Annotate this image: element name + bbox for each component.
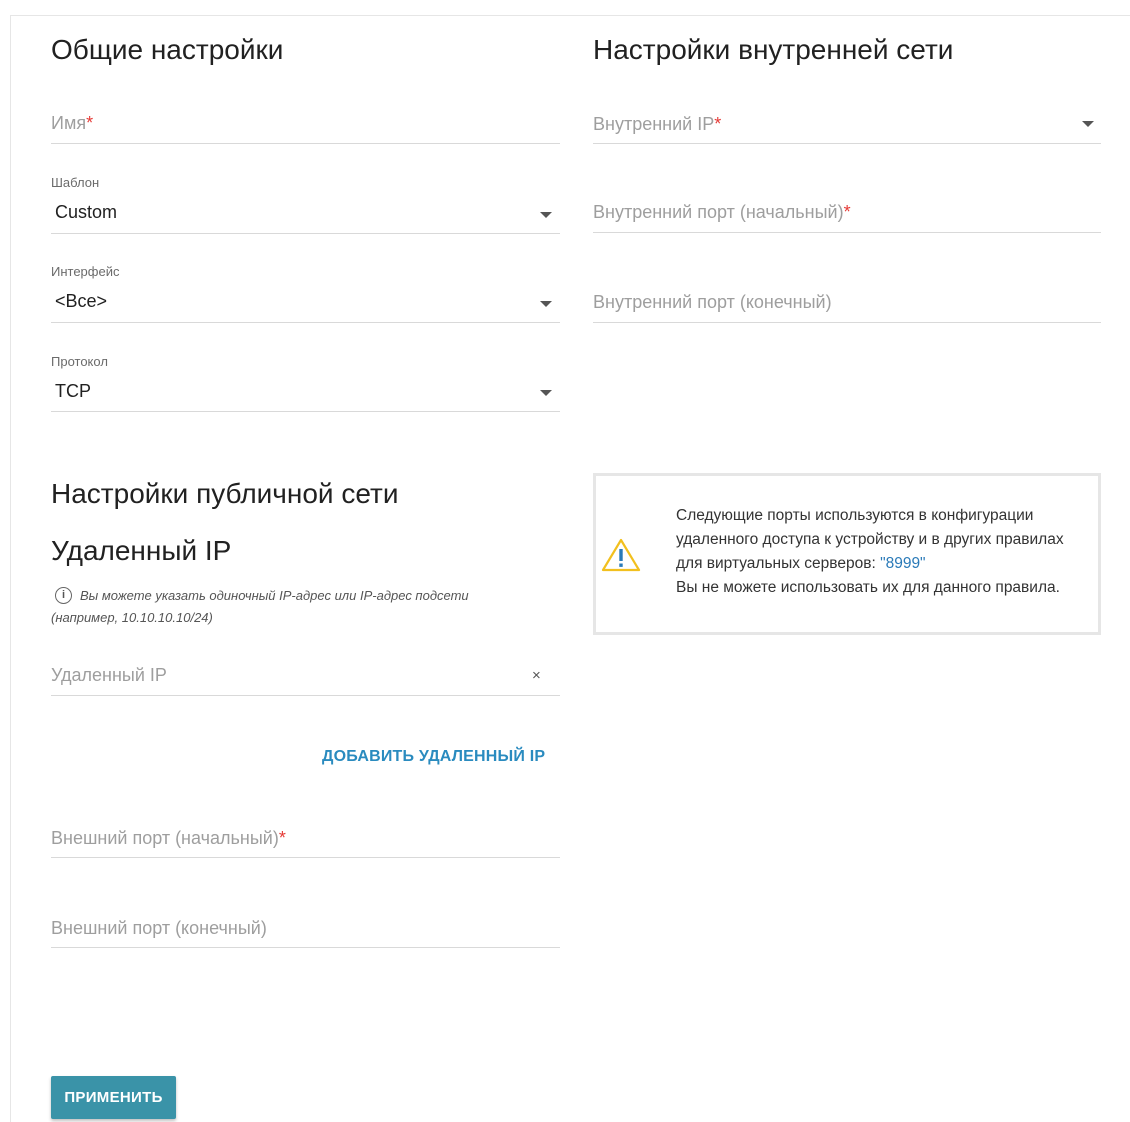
warning-panel: Следующие порты используются в конфигура… xyxy=(593,473,1101,635)
remote-ip-underline xyxy=(51,695,560,696)
add-remote-ip-button[interactable]: ДОБАВИТЬ УДАЛЕННЫЙ IP xyxy=(322,749,545,765)
warning-text-secondary: Вы не можете использовать их для данного… xyxy=(676,579,1060,596)
interface-label: Интерфейс xyxy=(51,264,120,279)
required-mark: * xyxy=(278,828,286,848)
remote-ip-placeholder: Удаленный IP xyxy=(51,665,167,685)
warning-text-main: Следующие порты используются в конфигура… xyxy=(676,507,1064,572)
internal-settings-title: Настройки внутренней сети xyxy=(593,34,954,65)
name-underline xyxy=(51,143,560,144)
clear-icon[interactable]: × xyxy=(532,668,541,683)
required-mark: * xyxy=(86,113,94,133)
internal-port-end-placeholder: Внутренний порт (конечный) xyxy=(593,292,832,312)
template-value: Custom xyxy=(55,202,118,222)
interface-chevron-down-icon xyxy=(540,301,552,307)
name-placeholder: Имя* xyxy=(51,113,94,133)
internal-port-start-underline xyxy=(593,232,1101,233)
frame-top-border xyxy=(10,15,1130,16)
internal-ip-chevron-down-icon xyxy=(1082,121,1094,127)
apply-button[interactable]: ПРИМЕНИТЬ xyxy=(51,1076,176,1119)
general-settings-title: Общие настройки xyxy=(51,34,284,65)
warning-port-value: "8999" xyxy=(880,555,926,572)
internal-port-start-placeholder: Внутренний порт (начальный)* xyxy=(593,202,851,222)
external-port-start-underline xyxy=(51,857,560,858)
protocol-value: TCP xyxy=(55,381,91,401)
interface-underline xyxy=(51,322,560,323)
warning-message: Следующие порты используются в конфигура… xyxy=(676,504,1076,600)
protocol-chevron-down-icon xyxy=(540,390,552,396)
internal-port-end-underline xyxy=(593,322,1101,323)
external-port-start-placeholder: Внешний порт (начальный)* xyxy=(51,828,286,848)
external-port-end-placeholder: Внешний порт (конечный) xyxy=(51,918,267,938)
interface-value: <Все> xyxy=(55,291,108,311)
remote-ip-hint-line2: (например, 10.10.10.10/24) xyxy=(51,610,213,625)
internal-ip-underline xyxy=(593,143,1101,144)
warning-icon xyxy=(601,538,641,577)
external-port-end-underline xyxy=(51,947,560,948)
public-settings-title: Настройки публичной сети xyxy=(51,478,399,509)
info-icon: i xyxy=(55,587,72,604)
protocol-label: Протокол xyxy=(51,354,108,369)
required-mark: * xyxy=(843,202,851,222)
template-chevron-down-icon xyxy=(540,212,552,218)
internal-ip-placeholder: Внутренний IP* xyxy=(593,114,722,134)
protocol-underline xyxy=(51,411,560,412)
remote-ip-title: Удаленный IP xyxy=(51,535,232,566)
template-label: Шаблон xyxy=(51,175,100,190)
template-underline xyxy=(51,233,560,234)
required-mark: * xyxy=(714,114,722,134)
frame-left-border xyxy=(10,15,11,1122)
